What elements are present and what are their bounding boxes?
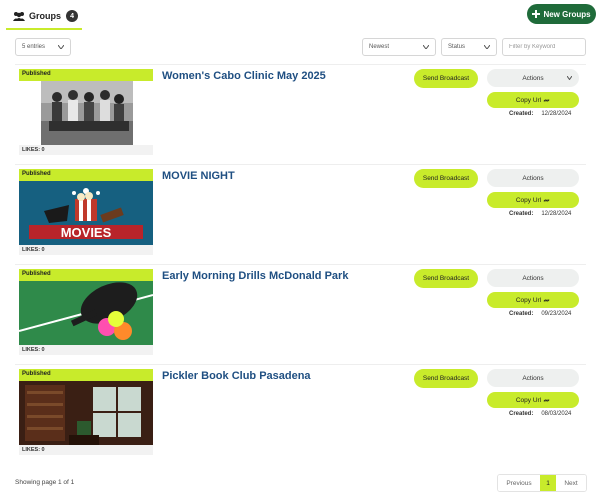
group-title[interactable]: Women's Cabo Clinic May 2025: [162, 70, 326, 82]
copy-url-label: Copy Url: [515, 396, 542, 404]
send-broadcast-button[interactable]: Send Broadcast: [414, 69, 478, 88]
actions-label: Actions: [522, 274, 544, 282]
copy-url-label: Copy Url: [515, 196, 542, 204]
copy-url-button[interactable]: Copy Url: [487, 292, 579, 308]
status-badge: Published: [19, 169, 153, 181]
group-title[interactable]: MOVIE NIGHT: [162, 170, 235, 182]
pagination-summary: Showing page 1 of 1: [15, 479, 75, 486]
status-badge: Published: [19, 269, 153, 281]
new-groups-label: New Groups: [543, 9, 591, 19]
created-date: Created: 08/03/2024: [509, 411, 571, 417]
created-date: Created: 12/28/2024: [509, 211, 571, 217]
entries-select[interactable]: 5 entries: [15, 38, 71, 56]
users-icon: [13, 12, 25, 21]
likes-count: LIKES: 0: [22, 147, 45, 153]
created-label: Created:: [509, 211, 534, 217]
group-title[interactable]: Pickler Book Club Pasadena: [162, 370, 311, 382]
send-broadcast-button[interactable]: Send Broadcast: [414, 369, 478, 388]
group-image: MOVIES: [19, 181, 153, 245]
link-icon: [543, 198, 550, 202]
group-thumbnail[interactable]: Published LIKES: 0: [19, 369, 153, 455]
created-date: Created: 09/23/2024: [509, 311, 571, 317]
chevron-down-icon: [567, 76, 572, 80]
group-card: Published MOVIES LIKES: 0 MOVIE NIGHT Se: [15, 164, 586, 256]
group-thumbnail[interactable]: Published LIKES: 0: [19, 69, 153, 155]
chevron-down-icon: [423, 45, 429, 49]
created-label: Created:: [509, 311, 534, 317]
group-image: [19, 81, 153, 145]
new-groups-button[interactable]: New Groups: [527, 4, 596, 24]
page-header: Groups 4 New Groups: [0, 0, 600, 34]
actions-dropdown[interactable]: Actions: [487, 169, 579, 187]
copy-url-label: Copy Url: [515, 96, 542, 104]
group-card: Published LIKES: 0 Pickler Book Club Pas…: [15, 364, 586, 456]
group-title[interactable]: Early Morning Drills McDonald Park: [162, 270, 348, 282]
next-page-button[interactable]: Next: [556, 475, 586, 491]
copy-url-button[interactable]: Copy Url: [487, 192, 579, 208]
actions-label: Actions: [522, 174, 544, 182]
previous-page-button[interactable]: Previous: [498, 475, 540, 491]
group-thumbnail[interactable]: Published LIKES: 0: [19, 269, 153, 355]
actions-label: Actions: [522, 374, 544, 382]
group-card: Published LIKES: 0 Early Morning Drills …: [15, 264, 586, 356]
send-broadcast-button[interactable]: Send Broadcast: [414, 169, 478, 188]
status-badge: Published: [19, 369, 153, 381]
created-date: Created: 12/28/2024: [509, 111, 571, 117]
link-icon: [543, 298, 550, 302]
copy-url-label: Copy Url: [515, 296, 542, 304]
keyword-filter-input[interactable]: [502, 38, 586, 56]
copy-url-button[interactable]: Copy Url: [487, 392, 579, 408]
created-value: 12/28/2024: [541, 211, 572, 217]
group-image: [19, 281, 153, 345]
copy-url-button[interactable]: Copy Url: [487, 92, 579, 108]
filter-toolbar: 5 entries Newest Status: [0, 38, 600, 60]
actions-dropdown[interactable]: Actions: [487, 369, 579, 387]
actions-label: Actions: [522, 74, 544, 82]
actions-dropdown[interactable]: Actions: [487, 69, 579, 87]
status-select[interactable]: Status: [441, 38, 497, 56]
sort-select-value: Newest: [369, 44, 390, 50]
pagination: Previous 1 Next: [497, 474, 587, 492]
link-icon: [543, 398, 550, 402]
plus-icon: [532, 10, 541, 18]
created-value: 08/03/2024: [541, 411, 572, 417]
tab-groups[interactable]: Groups 4: [6, 4, 82, 30]
movie-image-text: MOVIES: [61, 225, 112, 240]
sort-select[interactable]: Newest: [362, 38, 436, 56]
created-value: 09/23/2024: [541, 311, 572, 317]
page-1-button[interactable]: 1: [540, 475, 556, 491]
group-card: Published LIKES: 0 Women's Cabo Clinic M…: [15, 64, 586, 156]
chevron-down-icon: [58, 45, 64, 49]
group-image: [19, 381, 153, 445]
likes-count: LIKES: 0: [22, 347, 45, 353]
chevron-down-icon: [484, 45, 490, 49]
created-label: Created:: [509, 111, 534, 117]
send-broadcast-button[interactable]: Send Broadcast: [414, 269, 478, 288]
entries-select-value: 5 entries: [22, 44, 46, 50]
group-thumbnail[interactable]: Published MOVIES LIKES: 0: [19, 169, 153, 255]
created-value: 12/28/2024: [541, 111, 572, 117]
likes-count: LIKES: 0: [22, 247, 45, 253]
status-badge: Published: [19, 69, 153, 81]
link-icon: [543, 98, 550, 102]
status-select-value: Status: [448, 44, 466, 50]
groups-count-badge: 4: [66, 10, 79, 22]
created-label: Created:: [509, 411, 534, 417]
likes-count: LIKES: 0: [22, 447, 45, 453]
actions-dropdown[interactable]: Actions: [487, 269, 579, 287]
tab-groups-label: Groups: [29, 11, 62, 21]
